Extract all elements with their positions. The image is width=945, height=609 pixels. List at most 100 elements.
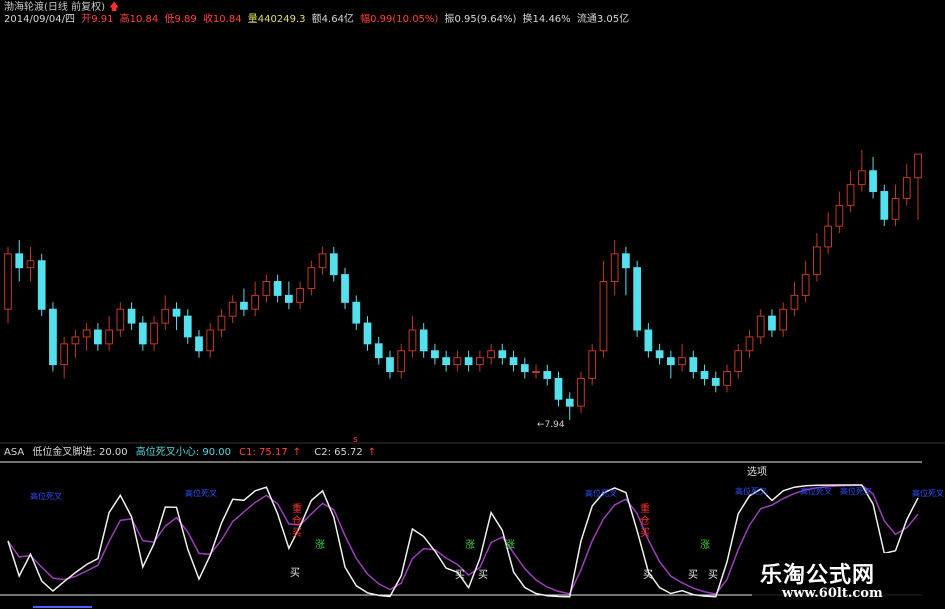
top-badge: 高位死叉	[735, 486, 767, 496]
candle-body	[442, 357, 451, 366]
quote-low: 低9.89	[164, 14, 197, 25]
candle-body	[723, 371, 731, 386]
candle-body	[790, 294, 799, 310]
candle-body	[475, 357, 484, 366]
candle-body	[26, 260, 35, 269]
c2-value: C2: 65.72	[314, 447, 363, 458]
candle-body	[386, 357, 394, 373]
candle-body	[94, 329, 102, 345]
candle-body	[127, 308, 136, 324]
candle-body	[644, 329, 653, 352]
candle-body	[15, 253, 24, 269]
candle-body	[610, 253, 619, 283]
candle-body	[296, 287, 304, 303]
quote-close: 收10.84	[202, 14, 242, 25]
candle-body	[734, 350, 743, 373]
candle-body	[509, 357, 518, 366]
heavy-buy-signal: 仓	[640, 514, 650, 527]
candle-body	[756, 315, 765, 338]
candle-body	[532, 371, 540, 374]
buy-signal: 买	[708, 569, 718, 581]
price-low-label: ←7.94	[537, 420, 565, 430]
candle-body	[116, 308, 125, 331]
quote-change: 幅0.99(10.05%)	[360, 14, 439, 25]
candle-body	[228, 301, 237, 317]
candle-body	[857, 170, 866, 186]
candle-body	[869, 170, 877, 193]
indicator-c2: C2: 65.72 ↑	[314, 447, 381, 458]
candle-body	[633, 267, 642, 331]
candle-body	[554, 377, 563, 400]
candle-body	[700, 371, 709, 379]
candle-body	[689, 357, 698, 373]
candle-body	[284, 294, 293, 303]
rise-signal: 涨	[465, 539, 475, 551]
rise-signal: 涨	[505, 539, 515, 551]
candle-body	[588, 350, 597, 379]
quote-float: 流通3.05亿	[576, 14, 630, 25]
candle-body	[60, 343, 69, 366]
indicator-header: ASA 低位金叉脚进: 20.00 高位死叉小心: 90.00 C1: 75.1…	[4, 447, 386, 459]
candle-body	[655, 350, 664, 359]
candle-body	[251, 294, 260, 310]
c1-arrow-icon: ↑	[292, 447, 302, 458]
quote-amplitude: 振0.95(9.64%)	[444, 14, 517, 25]
watermark-main: 乐淘公式网	[760, 562, 876, 588]
candle-body	[498, 350, 507, 359]
candle-body	[397, 350, 406, 373]
stock-title: 渤海轮渡(日线 前复权) 🡅	[4, 2, 119, 14]
candle-body	[577, 377, 585, 407]
quote-bar: 2014/09/04/四 开9.91 高10.84 低9.89 收10.84 量…	[4, 14, 632, 26]
candle-body	[543, 371, 552, 379]
indicator-param2: 高位死叉小心: 90.00	[135, 447, 231, 458]
candle-body	[835, 204, 844, 227]
candle-body	[329, 253, 338, 276]
candle-body	[363, 322, 372, 345]
buy-signal: 买	[643, 569, 653, 581]
candle-body	[745, 336, 754, 352]
candle-body	[487, 350, 495, 359]
candle-body	[138, 322, 147, 345]
candle-body	[82, 329, 91, 338]
indicator-c1: C1: 75.17 ↑	[239, 447, 306, 458]
top-badge: 高位死叉	[800, 486, 832, 496]
candle-body	[453, 357, 462, 366]
indicator-param1: 低位金叉脚进: 20.00	[32, 447, 128, 458]
quote-amount: 额4.64亿	[311, 14, 354, 25]
candle-body	[801, 274, 810, 296]
candle-body	[37, 260, 46, 310]
watermark-url: www.60lt.com	[782, 586, 883, 601]
candle-body	[891, 197, 900, 220]
candle-body	[408, 329, 417, 352]
rise-signal: 涨	[315, 539, 325, 551]
candle-body	[206, 329, 215, 352]
candle-body	[217, 315, 226, 331]
options-label[interactable]: 选项	[745, 463, 769, 478]
candle-body	[711, 377, 720, 386]
quote-turnover: 换14.46%	[522, 14, 571, 25]
candle-body	[622, 253, 630, 269]
candle-body	[824, 225, 832, 248]
heavy-buy-signal: 买	[292, 527, 302, 539]
candle-body	[262, 281, 271, 296]
candle-body	[240, 301, 248, 310]
candle-body	[902, 177, 911, 199]
top-badge: 高位死叉	[30, 491, 62, 501]
title-text: 渤海轮渡(日线 前复权)	[4, 2, 105, 13]
quote-high: 高10.84	[119, 14, 159, 25]
candle-body	[768, 315, 776, 331]
c2-arrow-icon: ↑	[367, 447, 377, 458]
candle-body	[914, 153, 922, 179]
top-badge: 高位死叉	[840, 486, 872, 496]
top-badge: 高位死叉	[185, 488, 217, 498]
up-arrow-icon: 🡅	[108, 2, 120, 13]
candle-body	[419, 329, 428, 352]
indicator-name[interactable]: ASA	[4, 447, 24, 458]
candle-body	[464, 357, 473, 366]
candle-body	[520, 364, 529, 373]
candle-body	[880, 191, 889, 220]
kline-chart[interactable]: 买买买买买买涨 涨涨 涨重仓买重仓买高位死叉 高位死叉 高位死叉 高位死叉 高位死叉 高位死叉…	[0, 0, 945, 609]
candle-body	[374, 343, 383, 359]
candle-body	[183, 315, 192, 338]
quote-open: 开9.91	[81, 14, 114, 25]
